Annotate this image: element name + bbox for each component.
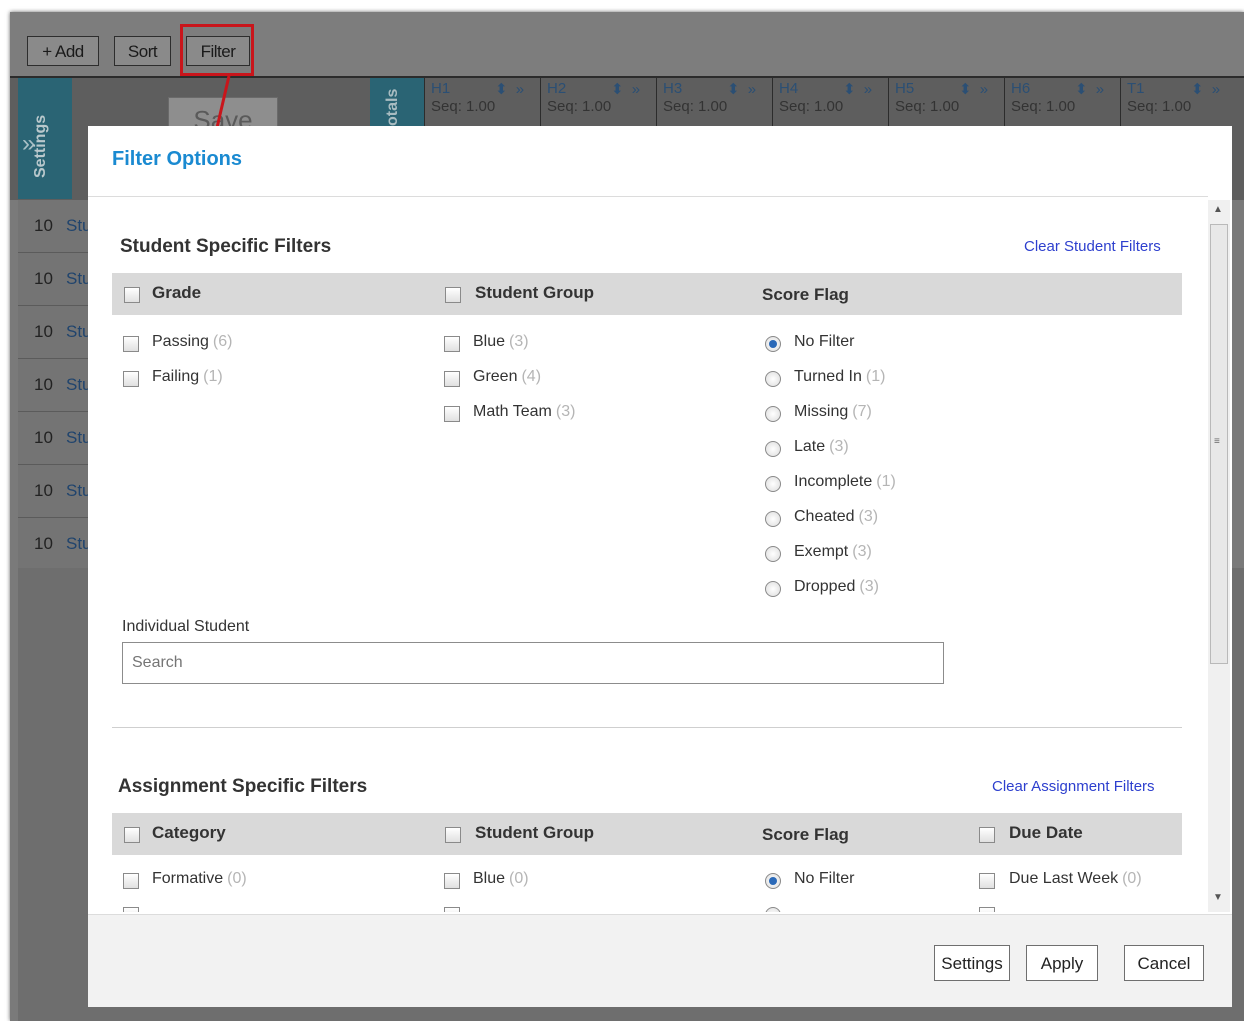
row-number: 10 [34,428,53,447]
dialog-title: Filter Options [112,148,242,170]
next-category-checkbox[interactable] [123,907,139,912]
score-flag-header: Score Flag [762,285,849,304]
filter-options-dialog: Filter Options Student Specific Filters … [88,126,1232,1007]
category-all-checkbox[interactable] [124,827,140,843]
assignment-student-group-header: Student Group [475,823,594,842]
assignment-score-flag-header: Score Flag [762,825,849,844]
next-group-checkbox[interactable] [444,907,460,912]
student-filters-title: Student Specific Filters [120,236,332,257]
scroll-up-icon[interactable]: ▲ [1213,204,1223,215]
row-number: 10 [34,216,53,235]
grade-all-checkbox[interactable] [124,287,140,303]
student-group-checkbox[interactable] [444,371,460,387]
dialog-footer: Settings Apply Cancel [88,914,1232,1007]
formative-option: Formative (0) [152,870,247,887]
grade-header: Grade [152,283,202,302]
student-group-checkbox[interactable] [444,336,460,352]
formative-checkbox[interactable] [123,873,139,889]
individual-student-label: Individual Student [122,618,250,635]
grade-option: Passing (6) [152,333,233,350]
clear-student-filters-link[interactable]: Clear Student Filters [1024,238,1161,255]
score-flag-radio[interactable] [765,371,781,387]
section-divider [112,727,1182,728]
assignment-filters-title: Assignment Specific Filters [118,776,368,797]
student-search-input[interactable] [122,642,944,684]
student-group-option: Blue (3) [473,333,529,350]
dialog-scrollbar[interactable]: ▲ ≡ ▼ [1208,200,1230,912]
score-flag-option: Exempt (3) [794,543,872,560]
scroll-grip-icon: ≡ [1214,436,1220,447]
score-flag-radio[interactable] [765,476,781,492]
assignment-no-filter-option: No Filter [794,870,855,887]
score-flag-option: Missing (7) [794,403,872,420]
student-group-header: Student Group [475,283,594,302]
row-number: 10 [34,534,53,553]
score-flag-radio[interactable] [765,406,781,422]
assignment-filter-header-bar: Category Student Group Score Flag Due Da… [112,813,1182,855]
due-last-week-checkbox[interactable] [979,873,995,889]
student-group-option: Green (4) [473,368,542,385]
row-number: 10 [34,481,53,500]
score-flag-option: Incomplete (1) [794,473,896,490]
student-group-all-checkbox[interactable] [445,287,461,303]
score-flag-option: Late (3) [794,438,849,455]
score-flag-radio[interactable] [765,546,781,562]
cancel-button[interactable]: Cancel [1124,945,1204,981]
due-date-all-checkbox[interactable] [979,827,995,843]
assignment-blue-option: Blue (0) [473,870,529,887]
grade-checkbox[interactable] [123,371,139,387]
settings-button[interactable]: Settings [934,945,1010,981]
due-date-header: Due Date [1009,823,1083,842]
student-group-checkbox[interactable] [444,406,460,422]
row-number: 10 [34,375,53,394]
score-flag-radio[interactable] [765,441,781,457]
apply-button[interactable]: Apply [1026,945,1098,981]
next-flag-radio[interactable] [765,907,781,912]
student-group-option: Math Team (3) [473,403,576,420]
row-number: 10 [34,322,53,341]
assignment-blue-checkbox[interactable] [444,873,460,889]
score-flag-option: No Filter [794,333,855,350]
grade-option: Failing (1) [152,368,223,385]
score-flag-option: Cheated (3) [794,508,879,525]
assignment-student-group-all-checkbox[interactable] [445,827,461,843]
row-number: 10 [34,269,53,288]
score-flag-option: Dropped (3) [794,578,879,595]
assignment-no-filter-radio[interactable] [765,873,781,889]
title-divider [88,196,1208,197]
next-due-checkbox[interactable] [979,907,995,912]
due-last-week-option: Due Last Week (0) [1009,870,1142,887]
score-flag-option: Turned In (1) [794,368,886,385]
clear-assignment-filters-link[interactable]: Clear Assignment Filters [992,778,1155,795]
score-flag-radio[interactable] [765,511,781,527]
score-flag-radio[interactable] [765,581,781,597]
dialog-content: Student Specific Filters Clear Student F… [88,200,1208,912]
student-filter-header-bar: Grade Student Group Score Flag [112,273,1182,315]
category-header: Category [152,823,226,842]
score-flag-radio[interactable] [765,336,781,352]
scroll-down-icon[interactable]: ▼ [1213,892,1223,903]
grade-checkbox[interactable] [123,336,139,352]
